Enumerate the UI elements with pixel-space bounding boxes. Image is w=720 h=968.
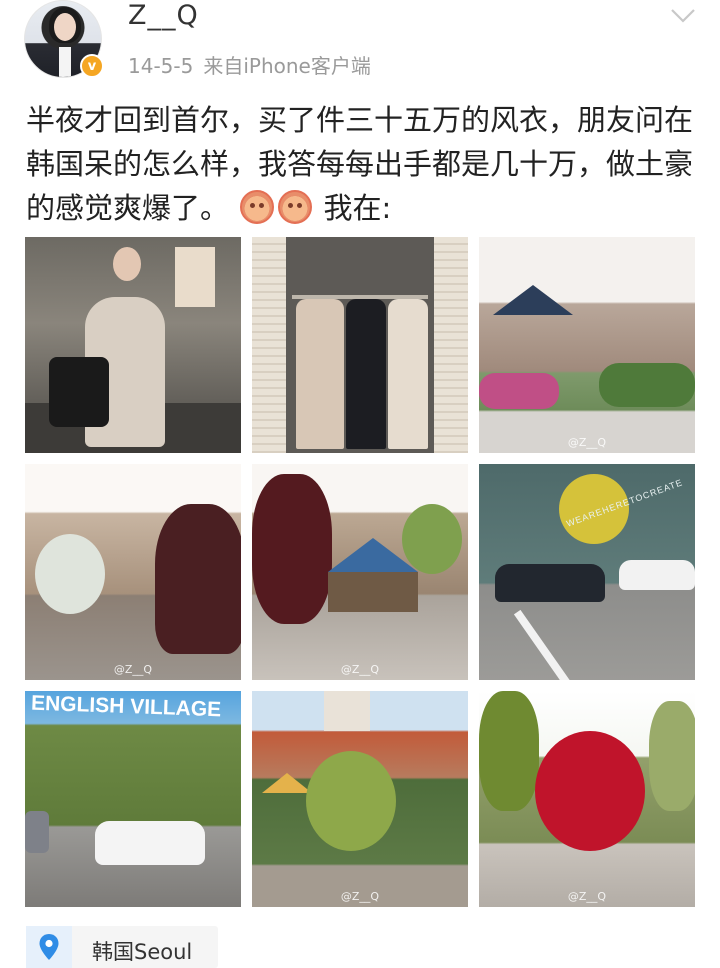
- photo-thumbnail[interactable]: [252, 237, 468, 453]
- photo-detail: [35, 534, 105, 614]
- photo-detail: [262, 773, 312, 793]
- photo-watermark: @Z__Q: [567, 890, 607, 903]
- username[interactable]: Z__Q: [128, 0, 199, 31]
- photo-detail: [95, 821, 205, 865]
- face-emoji-icon: [278, 190, 313, 224]
- photo-detail: [649, 701, 695, 811]
- location-pin-icon: [26, 926, 72, 968]
- photo-detail: [296, 299, 344, 449]
- photo-sign-text: ENGLISH VILLAGE: [30, 691, 222, 722]
- post-meta: 14-5-5 来自iPhone客户端: [128, 50, 371, 79]
- avatar-face: [54, 13, 76, 41]
- location-pin-icon: [39, 934, 59, 960]
- post-text-tail: 我在:: [323, 191, 392, 225]
- photo-detail: [25, 811, 49, 853]
- photo-detail: [479, 373, 559, 409]
- photo-detail: [619, 560, 695, 590]
- post-body: 半夜才回到首尔，买了件三十五万的风衣，朋友问在韩国呆的怎么样，我答每每出手都是几…: [26, 98, 696, 230]
- photo-detail: [495, 564, 605, 602]
- photo-watermark: @Z__Q: [567, 436, 607, 449]
- photo-detail: [479, 691, 539, 811]
- photo-detail: [346, 299, 386, 449]
- post-source: 来自iPhone客户端: [203, 54, 371, 78]
- photo-thumbnail[interactable]: @Z__Q: [252, 691, 468, 907]
- photo-detail: [155, 504, 241, 654]
- photo-detail: [175, 247, 215, 307]
- photo-detail: [328, 572, 418, 612]
- photo-watermark: @Z__Q: [340, 890, 380, 903]
- photo-thumbnail[interactable]: @Z__Q: [252, 464, 468, 680]
- verified-badge-icon: v: [80, 54, 104, 78]
- photo-detail: [599, 363, 695, 407]
- photo-thumbnail[interactable]: [25, 237, 241, 453]
- location-label: 韩国Seoul: [92, 940, 193, 964]
- photo-detail: [324, 691, 370, 731]
- photo-detail: [252, 474, 332, 624]
- photo-detail: [49, 357, 109, 427]
- photo-detail: [113, 247, 141, 281]
- photo-thumbnail[interactable]: @Z__Q: [479, 237, 695, 453]
- photo-detail: [493, 285, 573, 315]
- avatar-shirt: [59, 47, 71, 77]
- post-header: v Z__Q 14-5-5 来自iPhone客户端: [0, 0, 720, 90]
- photo-thumbnail[interactable]: @Z__Q: [479, 691, 695, 907]
- photo-detail: [535, 731, 645, 851]
- photo-detail: [434, 237, 468, 453]
- photo-thumbnail[interactable]: ENGLISH VILLAGE: [25, 691, 241, 907]
- face-emoji-icon: [240, 190, 275, 224]
- location-tag[interactable]: 韩国Seoul: [26, 926, 218, 968]
- chevron-down-icon[interactable]: [670, 6, 696, 24]
- photo-detail: [402, 504, 462, 574]
- photo-detail: [388, 299, 428, 449]
- photo-grid: @Z__Q @Z__Q @Z__Q WEAREHERETOCREATE ENGL…: [25, 237, 695, 907]
- photo-watermark: @Z__Q: [113, 663, 153, 676]
- photo-thumbnail[interactable]: @Z__Q: [25, 464, 241, 680]
- photo-detail: [306, 751, 396, 851]
- post-date: 14-5-5: [128, 54, 194, 78]
- photo-detail: [513, 609, 573, 680]
- photo-watermark: @Z__Q: [340, 663, 380, 676]
- photo-detail: [252, 237, 286, 453]
- photo-thumbnail[interactable]: WEAREHERETOCREATE: [479, 464, 695, 680]
